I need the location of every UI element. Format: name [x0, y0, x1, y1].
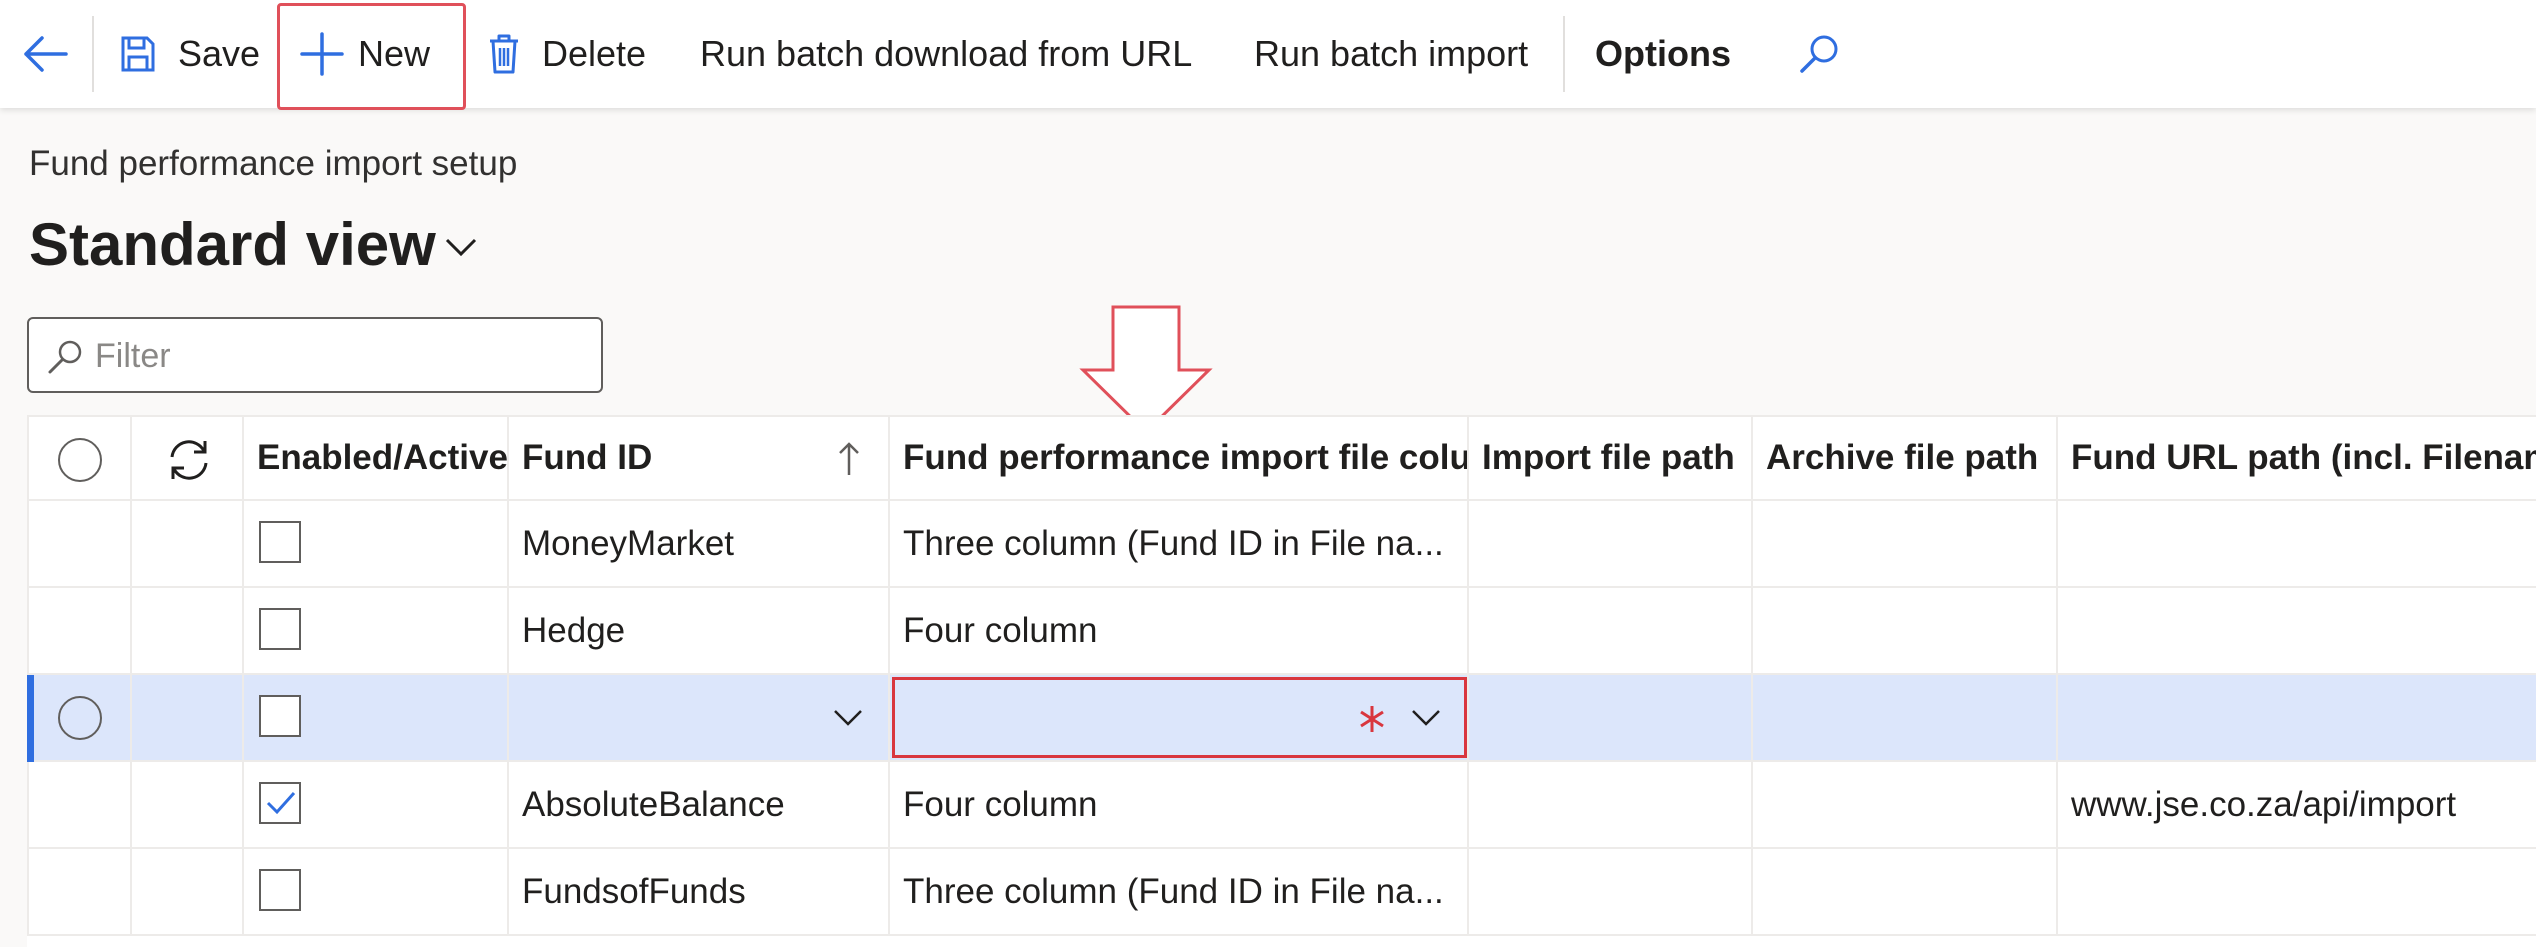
- row-selector[interactable]: [27, 588, 132, 675]
- new-button-highlight: [277, 3, 466, 110]
- search-icon: [1798, 33, 1840, 75]
- arrow-left-icon: [22, 34, 68, 74]
- url-path-cell[interactable]: [2058, 501, 2536, 588]
- fund-id-cell[interactable]: Hedge: [509, 588, 890, 675]
- run-batch-import-button[interactable]: Run batch import: [1254, 0, 1528, 108]
- row-spacer: [132, 762, 244, 849]
- url-path-cell[interactable]: [2058, 849, 2536, 936]
- enabled-checkbox[interactable]: [259, 521, 301, 563]
- toolbar-divider: [1563, 16, 1565, 92]
- save-icon: [120, 35, 156, 73]
- enabled-checkbox[interactable]: [259, 608, 301, 650]
- options-label: Options: [1595, 33, 1731, 74]
- enabled-cell[interactable]: [244, 588, 509, 675]
- column-header-archive-path[interactable]: Archive file path: [1753, 415, 2058, 501]
- trash-icon: [488, 33, 520, 75]
- row-selector[interactable]: [27, 762, 132, 849]
- arrow-up-icon: [837, 441, 861, 486]
- column-header-fund-id-label: Fund ID: [522, 438, 653, 477]
- delete-button[interactable]: Delete: [488, 0, 646, 108]
- archive-path-cell[interactable]: [1753, 501, 2058, 588]
- url-path-cell[interactable]: [2058, 675, 2536, 762]
- delete-label: Delete: [542, 33, 647, 74]
- enabled-checkbox[interactable]: [259, 869, 301, 911]
- column-header-url-path[interactable]: Fund URL path (incl. Filename): [2058, 415, 2536, 501]
- chevron-down-icon[interactable]: [1411, 708, 1441, 733]
- url-path-cell[interactable]: [2058, 588, 2536, 675]
- fund-grid: Enabled/Active Fund ID Fund performance …: [27, 415, 2536, 947]
- file-columns-dropdown-cell[interactable]: [890, 675, 1469, 762]
- enabled-cell[interactable]: [244, 501, 509, 588]
- archive-path-cell[interactable]: [1753, 675, 2058, 762]
- import-path-cell[interactable]: [1469, 675, 1753, 762]
- run-batch-download-button[interactable]: Run batch download from URL: [700, 0, 1192, 108]
- row-selector[interactable]: [27, 501, 132, 588]
- run-batch-import-label: Run batch import: [1254, 33, 1529, 74]
- enabled-checkbox[interactable]: [259, 695, 301, 737]
- enabled-checkbox-checked[interactable]: [259, 782, 301, 824]
- chevron-down-icon[interactable]: [833, 708, 863, 733]
- archive-path-cell[interactable]: [1753, 762, 2058, 849]
- import-path-cell[interactable]: [1469, 762, 1753, 849]
- search-button[interactable]: [1798, 0, 1840, 108]
- row-selector[interactable]: [27, 849, 132, 936]
- view-selector-title[interactable]: Standard view: [29, 210, 436, 279]
- row-selector[interactable]: [27, 675, 132, 762]
- chevron-down-icon[interactable]: [444, 236, 478, 263]
- filter-box[interactable]: [27, 317, 603, 393]
- file-columns-cell[interactable]: Four column: [890, 762, 1469, 849]
- import-path-cell[interactable]: [1469, 849, 1753, 936]
- column-header-fund-id[interactable]: Fund ID: [509, 415, 890, 501]
- fund-id-lookup[interactable]: [509, 675, 890, 762]
- toolbar-divider: [92, 16, 94, 92]
- filter-input[interactable]: [93, 329, 577, 383]
- row-spacer: [132, 849, 244, 936]
- archive-path-cell[interactable]: [1753, 849, 2058, 936]
- refresh-icon[interactable]: [166, 437, 212, 488]
- checkmark-icon: [265, 789, 297, 822]
- fund-id-cell[interactable]: MoneyMarket: [509, 501, 890, 588]
- asterisk-icon: [1357, 704, 1387, 739]
- page-caption: Fund performance import setup: [29, 144, 518, 183]
- file-columns-cell[interactable]: Three column (Fund ID in File na...: [890, 501, 1469, 588]
- save-label: Save: [178, 33, 261, 74]
- import-path-cell[interactable]: [1469, 588, 1753, 675]
- row-select-circle[interactable]: [58, 696, 102, 740]
- url-path-cell[interactable]: www.jse.co.za/api/import: [2058, 762, 2536, 849]
- select-all-circle[interactable]: [58, 438, 102, 482]
- enabled-cell[interactable]: [244, 849, 509, 936]
- column-header-import-path[interactable]: Import file path: [1469, 415, 1753, 501]
- file-columns-cell[interactable]: Three column (Fund ID in File na...: [890, 849, 1469, 936]
- save-button[interactable]: Save: [120, 0, 260, 108]
- action-pane: Save New Delete Run batch download from …: [0, 0, 2536, 110]
- import-path-cell[interactable]: [1469, 501, 1753, 588]
- row-spacer: [132, 675, 244, 762]
- selected-row-indicator: [27, 675, 34, 762]
- search-icon: [47, 339, 83, 380]
- refresh-cell[interactable]: [132, 415, 244, 501]
- column-header-enabled[interactable]: Enabled/Active: [244, 415, 509, 501]
- enabled-cell[interactable]: [244, 762, 509, 849]
- fund-id-cell[interactable]: AbsoluteBalance: [509, 762, 890, 849]
- select-all-cell[interactable]: [27, 415, 132, 501]
- run-batch-download-label: Run batch download from URL: [700, 33, 1193, 74]
- options-menu[interactable]: Options: [1595, 0, 1731, 108]
- archive-path-cell[interactable]: [1753, 588, 2058, 675]
- row-spacer: [132, 501, 244, 588]
- column-header-file-columns[interactable]: Fund performance import file colum...: [890, 415, 1469, 501]
- file-columns-dropdown[interactable]: [892, 677, 1467, 758]
- row-spacer: [132, 588, 244, 675]
- enabled-cell[interactable]: [244, 675, 509, 762]
- back-button[interactable]: [22, 0, 68, 108]
- file-columns-cell[interactable]: Four column: [890, 588, 1469, 675]
- fund-id-cell[interactable]: FundsofFunds: [509, 849, 890, 936]
